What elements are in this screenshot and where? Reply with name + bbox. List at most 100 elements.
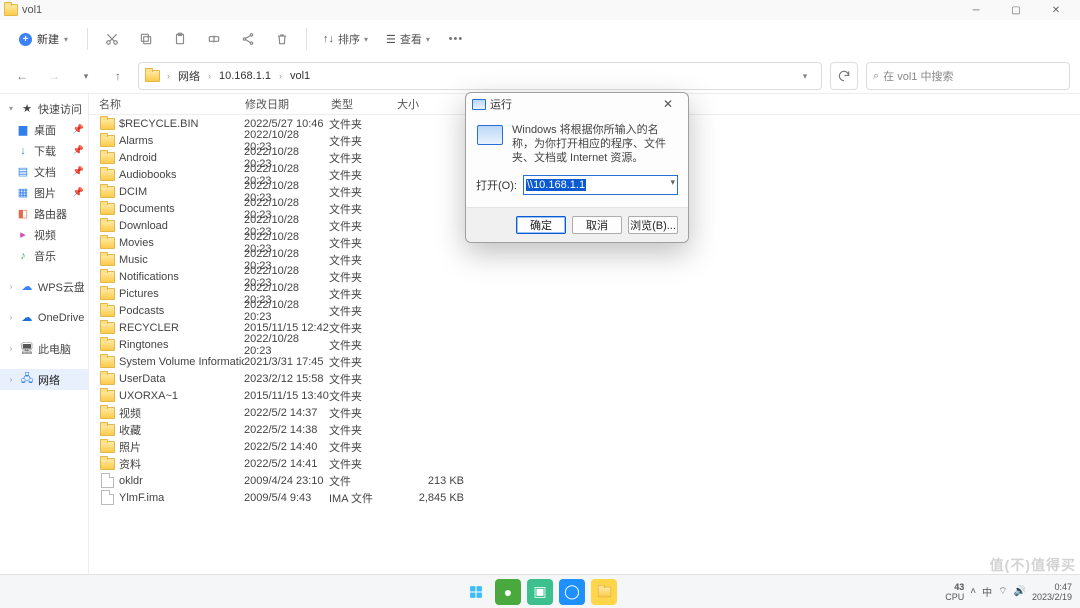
cancel-button[interactable]: 取消 (572, 216, 622, 234)
table-row[interactable]: UXORXA~12015/11/15 13:40文件夹 (99, 387, 1080, 404)
more-button[interactable]: ••• (442, 25, 470, 53)
folder-icon (99, 457, 115, 471)
sidebar-item-documents[interactable]: ▤文档📌 (0, 161, 88, 182)
browse-button[interactable]: 浏览(B)... (628, 216, 678, 234)
folder-icon (99, 304, 115, 318)
file-type: 文件夹 (329, 116, 394, 132)
ime-icon[interactable]: 中 (982, 584, 992, 599)
sidebar-item-music[interactable]: ♪音乐 (0, 245, 88, 266)
col-name[interactable]: 名称 (99, 94, 245, 114)
chevron-right-icon: › (6, 344, 16, 353)
forward-button[interactable]: → (42, 64, 66, 88)
up-button[interactable]: ↑ (106, 64, 130, 88)
table-row[interactable]: okldr2009/4/24 23:10文件213 KB (99, 472, 1080, 489)
taskbar-app[interactable]: ◯ (559, 579, 585, 605)
table-row[interactable]: UserData2023/2/12 15:58文件夹 (99, 370, 1080, 387)
address-bar: ← → ▾ ↑ › 网络 › 10.168.1.1 › vol1 ▾ ⌕ 在 v… (0, 59, 1080, 93)
file-size: 213 KB (394, 475, 474, 487)
col-size[interactable]: 大小 (397, 94, 468, 114)
start-button[interactable] (463, 579, 489, 605)
file-name: Audiobooks (119, 169, 244, 181)
file-type: 文件夹 (329, 320, 394, 336)
search-input[interactable]: ⌕ 在 vol1 中搜索 (866, 62, 1070, 90)
sidebar-item-thispc[interactable]: ›🖥此电脑 (0, 338, 88, 359)
back-button[interactable]: ← (10, 64, 34, 88)
file-type: 文件夹 (329, 201, 394, 217)
chevron-up-icon[interactable]: ˄ (970, 586, 976, 597)
view-icon: ☰ (386, 33, 396, 46)
table-row[interactable]: Ringtones2022/10/28 20:23文件夹 (99, 336, 1080, 353)
sidebar-item-downloads[interactable]: ↓下载📌 (0, 140, 88, 161)
share-button[interactable] (234, 25, 262, 53)
table-row[interactable]: YlmF.ima2009/5/4 9:43IMA 文件2,845 KB (99, 489, 1080, 506)
file-icon (99, 491, 115, 505)
folder-icon (99, 338, 115, 352)
file-type: 文件夹 (329, 184, 394, 200)
file-type: 文件夹 (329, 371, 394, 387)
ok-button[interactable]: 确定 (516, 216, 566, 234)
file-date: 2023/2/12 15:58 (244, 373, 329, 385)
crumb-root[interactable]: 网络 (176, 66, 202, 86)
table-row[interactable]: 收藏2022/5/2 14:38文件夹 (99, 421, 1080, 438)
file-name: Movies (119, 237, 244, 249)
folder-icon (99, 372, 115, 386)
refresh-button[interactable] (830, 62, 858, 90)
table-row[interactable]: Podcasts2022/10/28 20:23文件夹 (99, 302, 1080, 319)
taskbar-app[interactable]: ▣ (527, 579, 553, 605)
table-row[interactable]: 资料2022/5/2 14:41文件夹 (99, 455, 1080, 472)
rename-button[interactable] (200, 25, 228, 53)
file-date: 2022/10/28 20:23 (244, 333, 329, 357)
taskbar: ● ▣ ◯ 43 CPU ˄ 中 ⌔ 🔊 0:47 2023/2/19 (0, 574, 1080, 608)
table-row[interactable]: System Volume Information2021/3/31 17:45… (99, 353, 1080, 370)
folder-icon (99, 151, 115, 165)
volume-icon[interactable]: 🔊 (1014, 586, 1026, 597)
minimize-button[interactable]: ─ (956, 0, 996, 20)
pin-icon: 📌 (73, 187, 84, 198)
crumb-host[interactable]: 10.168.1.1 (217, 68, 273, 84)
file-type: 文件夹 (329, 303, 394, 319)
sidebar-item-wps[interactable]: ›☁WPS云盘 (0, 276, 88, 297)
cut-button[interactable] (98, 25, 126, 53)
close-button[interactable]: ✕ (1036, 0, 1076, 20)
chevron-down-icon: ▾ (364, 35, 368, 44)
sidebar-item-router[interactable]: ◧路由器 (0, 203, 88, 224)
delete-button[interactable] (268, 25, 296, 53)
system-tray[interactable]: 43 CPU ˄ 中 ⌔ 🔊 0:47 2023/2/19 (945, 575, 1072, 608)
sort-button[interactable]: ↑↓ 排序 ▾ (317, 25, 374, 53)
taskbar-app[interactable]: ● (495, 579, 521, 605)
desktop-icon: ▆ (16, 123, 30, 137)
open-input[interactable]: \\10.168.1.1 ▾ (523, 175, 678, 195)
sidebar-item-network[interactable]: ›🖧网络 (0, 369, 88, 390)
sidebar-item-videos[interactable]: ▸视频 (0, 224, 88, 245)
file-date: 2009/4/24 23:10 (244, 475, 329, 487)
folder-icon (99, 134, 115, 148)
table-row[interactable]: 视频2022/5/2 14:37文件夹 (99, 404, 1080, 421)
col-type[interactable]: 类型 (331, 94, 397, 114)
chevron-down-icon[interactable]: ▾ (74, 64, 98, 88)
breadcrumb[interactable]: › 网络 › 10.168.1.1 › vol1 ▾ (138, 62, 822, 90)
wifi-icon[interactable]: ⌔ (998, 585, 1007, 598)
document-icon: ▤ (16, 165, 30, 179)
cloud-icon: ☁ (20, 280, 34, 294)
chevron-down-icon[interactable]: ▾ (670, 177, 675, 188)
crumb-folder[interactable]: vol1 (288, 68, 312, 84)
folder-icon (99, 219, 115, 233)
chevron-down-icon[interactable]: ▾ (793, 64, 817, 88)
table-row[interactable]: 照片2022/5/2 14:40文件夹 (99, 438, 1080, 455)
new-button[interactable]: + 新建 ▾ (10, 26, 77, 52)
sidebar-item-quick[interactable]: ▾★快速访问 (0, 98, 88, 119)
clock[interactable]: 0:47 2023/2/19 (1032, 582, 1072, 602)
file-explorer-icon[interactable] (591, 579, 617, 605)
paste-button[interactable] (166, 25, 194, 53)
sidebar-item-onedrive[interactable]: ›☁OneDrive (0, 307, 88, 328)
view-button[interactable]: ☰ 查看 ▾ (380, 25, 436, 53)
sidebar-item-desktop[interactable]: ▆桌面📌 (0, 119, 88, 140)
copy-button[interactable] (132, 25, 160, 53)
pictures-icon: ▦ (16, 186, 30, 200)
explorer-window: vol1 ─ ▢ ✕ + 新建 ▾ ↑↓ 排序 ▾ ☰ 查看 ▾ ••• (0, 0, 1080, 608)
sidebar-item-pictures[interactable]: ▦图片📌 (0, 182, 88, 203)
weather-widget[interactable]: 43 CPU (945, 582, 964, 602)
maximize-button[interactable]: ▢ (996, 0, 1036, 20)
col-date[interactable]: 修改日期 (245, 94, 331, 114)
close-button[interactable]: ✕ (654, 97, 682, 111)
